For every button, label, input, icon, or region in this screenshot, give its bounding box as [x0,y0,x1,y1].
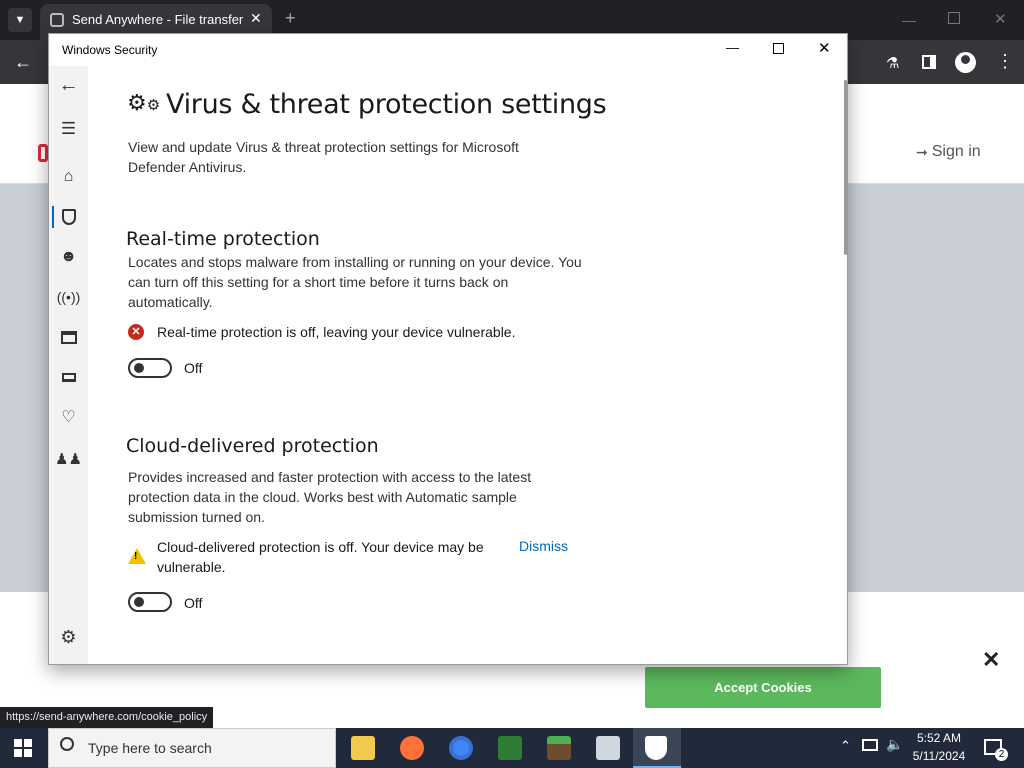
warning-icon-mark: ! [134,551,138,562]
settings-gear-icon[interactable]: ⚙ [49,622,88,652]
window-minimize-icon[interactable]: — [726,40,739,55]
window-title: Windows Security [62,43,158,57]
cloud-status-line-2: vulnerable. [157,559,226,575]
device-health-icon[interactable]: ♡ [49,402,88,432]
firewall-network-icon[interactable]: ((•)) [49,282,88,312]
shield-icon [645,736,667,760]
tab-favicon-icon [50,13,64,27]
accept-cookies-button[interactable]: Accept Cookies [645,667,881,708]
hamburger-menu-icon[interactable]: ☰ [49,114,88,144]
error-icon: ✕ [128,324,144,340]
cloud-heading: Cloud-delivered protection [126,435,379,457]
window-scrollbar[interactable] [844,80,847,255]
minecraft-icon[interactable] [547,736,571,760]
sign-in-label: Sign in [931,143,981,160]
realtime-toggle-label: Off [184,360,203,376]
start-button[interactable] [14,739,32,757]
notification-count: 2 [995,748,1008,761]
account-protection-icon[interactable]: ☻ [49,242,88,272]
device-security-icon[interactable] [49,362,88,392]
browser-close-icon[interactable]: ✕ [994,10,1007,28]
page-title: Virus & threat protection settings [166,89,607,120]
volume-muted-icon[interactable]: 🔈 [886,736,903,753]
cloud-status-line-1: Cloud-delivered protection is off. Your … [157,539,484,555]
back-arrow-icon[interactable]: ← [49,70,88,100]
realtime-toggle[interactable] [128,358,172,378]
page-description-line-1: View and update Virus & threat protectio… [128,139,519,155]
labs-icon[interactable]: ⚗ [886,54,899,72]
cloud-toggle-label: Off [184,595,203,611]
browser-menu-icon[interactable]: ⋮ [996,51,1014,72]
clock-date[interactable]: 5/11/2024 [904,749,974,763]
photos-app-icon[interactable] [596,736,620,760]
window-close-icon[interactable]: ✕ [818,39,831,57]
cloud-desc-line-3: submission turned on. [128,509,265,525]
side-panel-icon[interactable] [922,55,936,69]
back-icon[interactable]: ← [14,52,32,73]
cloud-toggle[interactable] [128,592,172,612]
status-url: https://send-anywhere.com/cookie_policy [0,707,214,729]
settings-gears-icon: ⚙⚙ [127,90,161,115]
profile-avatar[interactable] [955,52,976,73]
tab-list-button[interactable]: ▼ [8,8,32,32]
cloud-desc-line-2: protection data in the cloud. Works best… [128,489,517,505]
file-explorer-icon[interactable] [351,736,375,760]
sign-in-link[interactable]: ➞ Sign in [916,143,981,161]
dismiss-link[interactable]: Dismiss [519,538,568,554]
clock-time[interactable]: 5:52 AM [904,731,974,745]
tab-title: Send Anywhere - File transfer [72,12,244,27]
realtime-status: Real-time protection is off, leaving you… [157,324,516,340]
realtime-desc-line-1: Locates and stops malware from installin… [128,254,582,270]
tray-chevron-icon[interactable]: ⌃ [840,738,851,754]
page-description-line-2: Defender Antivirus. [128,159,247,175]
realtime-desc-line-2: can turn off this setting for a short ti… [128,274,509,290]
terminal-app-icon[interactable] [498,736,522,760]
cloud-desc-line-1: Provides increased and faster protection… [128,469,532,485]
tab-close-icon[interactable]: ✕ [250,10,262,27]
family-options-icon[interactable]: ♟♟ [49,444,88,474]
site-logo[interactable] [38,144,48,162]
search-placeholder: Type here to search [88,740,212,756]
network-icon[interactable] [862,739,878,751]
browser-minimize-icon[interactable]: — [902,12,916,28]
realtime-desc-line-3: automatically. [128,294,213,310]
chrome-icon[interactable] [449,736,473,760]
app-browser-control-icon[interactable] [49,322,88,352]
cookie-close-icon[interactable]: ✕ [982,647,1000,673]
virus-protection-shield-icon[interactable] [49,202,88,232]
realtime-heading: Real-time protection [126,228,320,250]
home-icon[interactable]: ⌂ [49,162,88,192]
sign-in-icon: ➞ [916,143,928,160]
window-maximize-icon[interactable] [773,43,784,54]
firefox-icon[interactable] [400,736,424,760]
browser-restore-icon[interactable] [948,12,960,24]
search-icon [60,737,74,751]
new-tab-icon[interactable]: + [285,8,296,29]
